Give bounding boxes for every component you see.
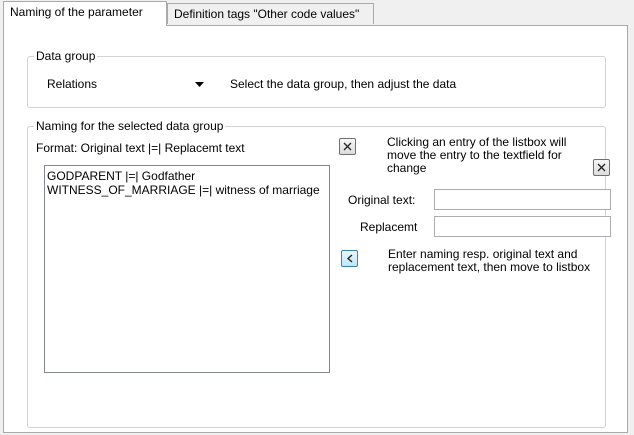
data-group-title: Data group	[34, 49, 98, 63]
list-item[interactable]: GODPARENT |=| Godfather	[45, 169, 329, 183]
original-text-field[interactable]	[434, 189, 611, 210]
clear-fields-button[interactable]	[593, 159, 610, 176]
tab-panel: Data group Relations Select the data gro…	[3, 25, 628, 433]
listbox-hint: Clicking an entry of the listbox will mo…	[387, 135, 567, 175]
caret-down-icon	[192, 73, 206, 95]
naming-listbox[interactable]: GODPARENT |=| Godfather WITNESS_OF_MARRI…	[44, 165, 330, 373]
chevron-left-icon	[346, 252, 354, 266]
delete-entry-button[interactable]	[339, 138, 356, 155]
move-hint: Enter naming resp. original text and rep…	[388, 247, 591, 274]
list-item[interactable]: WITNESS_OF_MARRIAGE |=| witness of marri…	[45, 183, 329, 197]
close-icon	[343, 140, 352, 154]
naming-group-title: Naming for the selected data group	[34, 119, 226, 133]
tab-label: Definition tags "Other code values"	[174, 7, 360, 21]
tab-definition-tags[interactable]: Definition tags "Other code values"	[167, 3, 374, 24]
replacement-label: Replacemt	[360, 220, 418, 234]
data-group-select-value: Relations	[47, 77, 98, 91]
replacement-text-field[interactable]	[434, 216, 611, 237]
move-to-listbox-button[interactable]	[341, 250, 358, 267]
tab-naming-of-the-parameter[interactable]: Naming of the parameter	[3, 1, 167, 26]
data-group-select[interactable]: Relations	[44, 73, 210, 95]
tab-label: Naming of the parameter	[10, 5, 143, 19]
original-text-label: Original text:	[348, 193, 416, 207]
data-group-hint: Select the data group, then adjust the d…	[230, 77, 457, 91]
close-icon	[597, 161, 606, 175]
format-label: Format: Original text |=| Replacemt text	[36, 141, 245, 155]
